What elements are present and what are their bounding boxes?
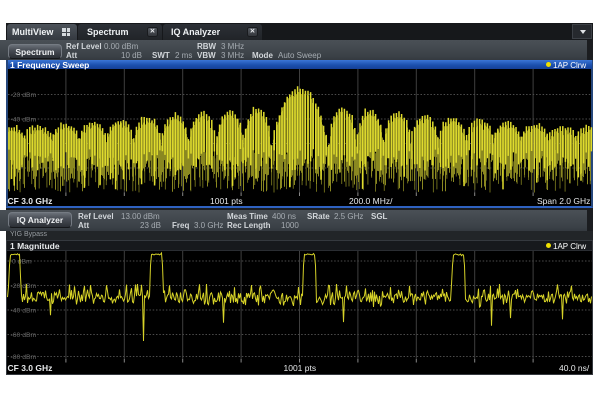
svg-text:-60 dBm: -60 dBm <box>11 332 37 339</box>
svg-text:-20 dBm: -20 dBm <box>11 283 37 290</box>
svg-text:-20 dBm: -20 dBm <box>11 92 37 99</box>
svg-text:0 dBm: 0 dBm <box>12 259 32 266</box>
svg-text:-40 dBm: -40 dBm <box>11 117 37 124</box>
svg-text:-80 dBm: -80 dBm <box>11 354 37 361</box>
svg-text:-40 dBm: -40 dBm <box>11 308 37 315</box>
